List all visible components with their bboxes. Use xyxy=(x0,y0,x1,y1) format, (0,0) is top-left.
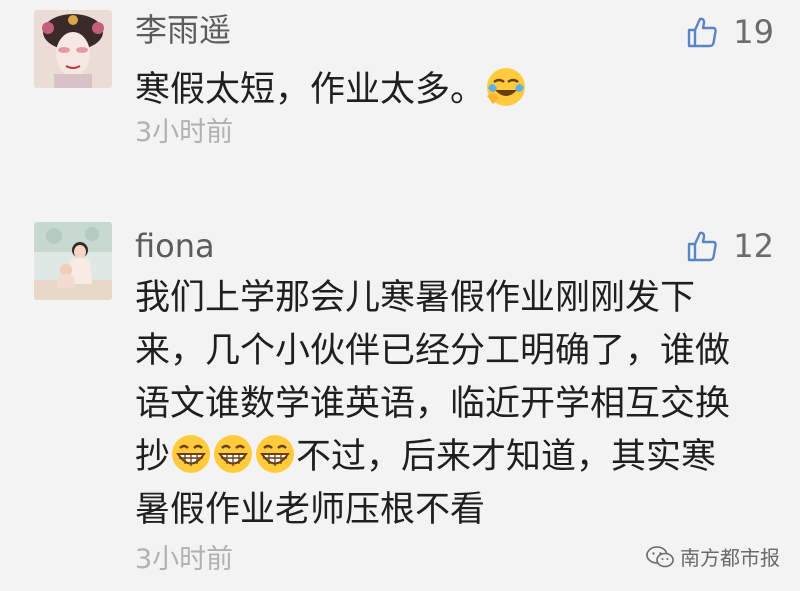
comment-text-fragment: 不过，后来才知道，其实寒 xyxy=(296,437,717,477)
like-count: 19 xyxy=(733,13,774,51)
comment-item: 李雨遥 19 寒假太短，作业太多。 3小时前 xyxy=(0,0,800,200)
opera-makeup-avatar-icon xyxy=(34,10,112,88)
like-button[interactable]: 19 xyxy=(685,12,774,52)
comment-text: 寒假太短，作业太多。 xyxy=(135,64,775,117)
comment-text-line: 我们上学那会儿寒暑假作业刚刚发下 xyxy=(135,278,696,318)
comment-text-line: 寒假太短，作业太多。 xyxy=(135,64,775,117)
avatar[interactable] xyxy=(34,10,112,88)
comment-text-fragment: 抄 xyxy=(135,437,171,477)
watermark-text: 南方都市报 xyxy=(680,546,780,570)
grinning-emoji-icon xyxy=(170,433,212,475)
comment-item: fiona 12 我们上学那会儿寒暑假作业刚刚发下 来，几个小伙伴已经分工明确了… xyxy=(0,200,800,591)
timestamp: 3小时前 xyxy=(135,117,234,148)
like-button[interactable]: 12 xyxy=(685,226,774,266)
wechat-icon xyxy=(646,545,674,567)
comment-text-line: 抄 不过，后来才知道，其实寒 xyxy=(135,431,775,484)
avatar[interactable] xyxy=(34,222,112,300)
comment-text-line: 语文谁数学谁英语，临近开学相互交换 xyxy=(135,384,731,424)
grinning-emoji-icon xyxy=(212,433,254,475)
like-count: 12 xyxy=(733,227,774,265)
thumbs-up-icon xyxy=(688,17,718,48)
photo-avatar-icon xyxy=(34,222,112,300)
comment-text-fragment: 寒假太短，作业太多。 xyxy=(135,70,486,110)
comment-text-line: 来，几个小伙伴已经分工明确了，谁做 xyxy=(135,331,731,371)
timestamp: 3小时前 xyxy=(135,544,234,575)
comment-text: 我们上学那会儿寒暑假作业刚刚发下 来，几个小伙伴已经分工明确了，谁做 语文谁数学… xyxy=(135,272,775,537)
watermark: 南方都市报 xyxy=(646,542,780,571)
username[interactable]: 李雨遥 xyxy=(135,10,231,50)
username[interactable]: fiona xyxy=(135,226,215,266)
thumbs-up-icon xyxy=(688,231,718,262)
laughing-crying-emoji-icon xyxy=(485,66,527,108)
grinning-emoji-icon xyxy=(254,433,296,475)
comment-text-line: 暑假作业老师压根不看 xyxy=(135,490,486,530)
